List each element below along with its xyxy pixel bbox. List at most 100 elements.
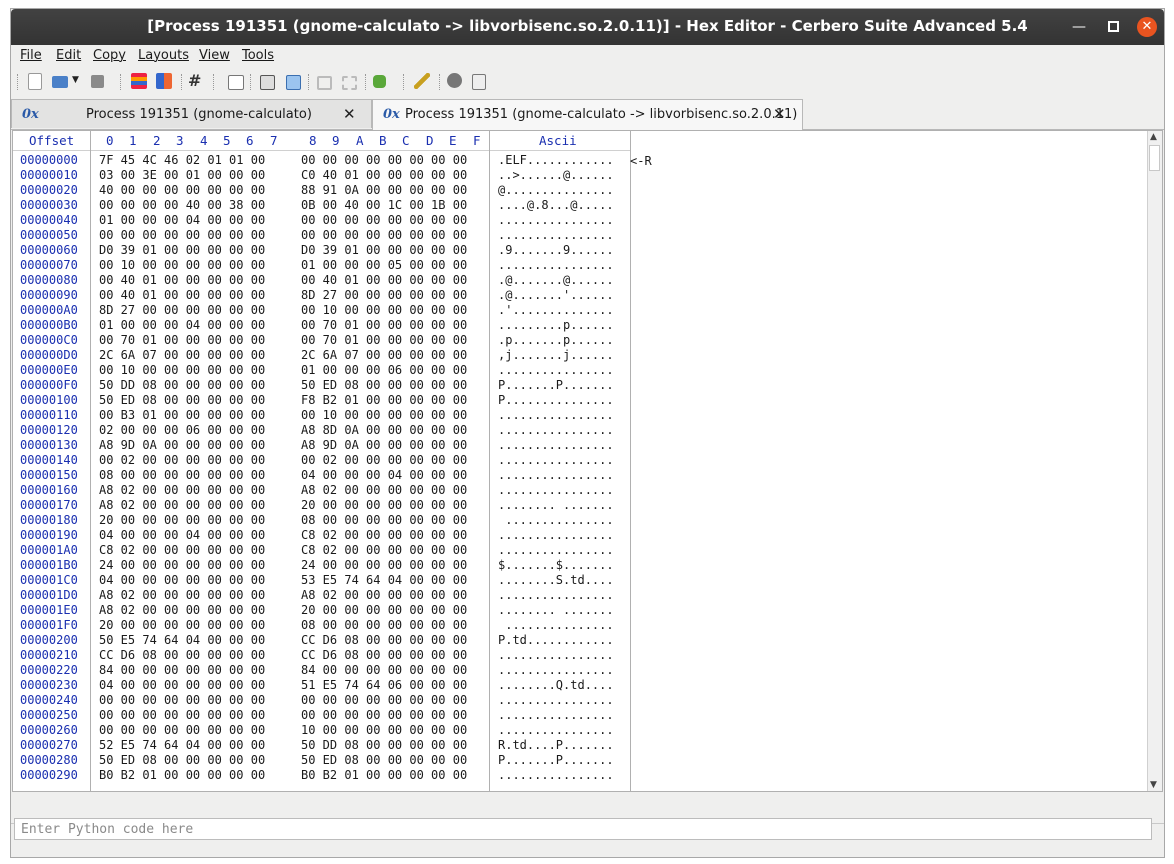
row-offset[interactable]: 000001F0	[20, 618, 78, 632]
tab-process[interactable]: 0x Process 191351 (gnome-calculato) ✕	[11, 99, 372, 128]
row-ascii[interactable]: ................	[498, 648, 614, 662]
hex-row[interactable]: 000000E0 00 10 00 00 00 00 00 00 01 00 00 …	[13, 363, 630, 378]
row-hex-low[interactable]: 00 00 00 00 00 00 00 00	[99, 693, 265, 707]
row-offset[interactable]: 00000140	[20, 453, 78, 467]
row-hex-low[interactable]: 7F 45 4C 46 02 01 01 00	[99, 153, 265, 167]
row-ascii[interactable]: ................	[498, 723, 614, 737]
row-ascii[interactable]: ................	[498, 258, 614, 272]
row-offset[interactable]: 00000240	[20, 693, 78, 707]
row-offset[interactable]: 00000250	[20, 708, 78, 722]
row-hex-low[interactable]: CC D6 08 00 00 00 00 00	[99, 648, 265, 662]
row-ascii[interactable]: ..>......@......	[498, 168, 614, 182]
row-hex-low[interactable]: 2C 6A 07 00 00 00 00 00	[99, 348, 265, 362]
row-hex-low[interactable]: 24 00 00 00 00 00 00 00	[99, 558, 265, 572]
hex-row[interactable]: 00000290 B0 B2 01 00 00 00 00 00 B0 B2 01 …	[13, 768, 630, 783]
row-offset[interactable]: 00000290	[20, 768, 78, 782]
save-image-icon[interactable]	[286, 75, 301, 90]
row-hex-low[interactable]: A8 02 00 00 00 00 00 00	[99, 498, 265, 512]
row-ascii[interactable]: ................	[498, 468, 614, 482]
row-offset[interactable]: 00000080	[20, 273, 78, 287]
row-hex-high[interactable]: 2C 6A 07 00 00 00 00 00	[301, 348, 467, 362]
maximize-button[interactable]	[1103, 17, 1123, 37]
row-ascii[interactable]: .'..............	[498, 303, 614, 317]
row-ascii[interactable]: .........p......	[498, 318, 614, 332]
hex-row[interactable]: 00000030 00 00 00 00 40 00 38 00 0B 00 40 …	[13, 198, 630, 213]
row-ascii[interactable]: ................	[498, 693, 614, 707]
row-hex-low[interactable]: 00 00 00 00 00 00 00 00	[99, 723, 265, 737]
row-offset[interactable]: 00000020	[20, 183, 78, 197]
row-hex-high[interactable]: 04 00 00 00 04 00 00 00	[301, 468, 467, 482]
window-icon[interactable]	[228, 75, 244, 90]
row-hex-low[interactable]: 40 00 00 00 00 00 00 00	[99, 183, 265, 197]
row-offset[interactable]: 00000000	[20, 153, 78, 167]
row-offset[interactable]: 00000220	[20, 663, 78, 677]
row-ascii[interactable]: ........ .......	[498, 498, 614, 512]
hex-row[interactable]: 00000090 00 40 01 00 00 00 00 00 8D 27 00 …	[13, 288, 630, 303]
row-hex-low[interactable]: A8 02 00 00 00 00 00 00	[99, 603, 265, 617]
row-offset[interactable]: 00000030	[20, 198, 78, 212]
hex-row[interactable]: 00000050 00 00 00 00 00 00 00 00 00 00 00 …	[13, 228, 630, 243]
row-hex-high[interactable]: 00 00 00 00 00 00 00 00	[301, 213, 467, 227]
row-hex-high[interactable]: 84 00 00 00 00 00 00 00	[301, 663, 467, 677]
menu-tools[interactable]: Tools	[242, 48, 274, 63]
row-ascii[interactable]: ...............	[498, 513, 613, 527]
row-hex-high[interactable]: A8 9D 0A 00 00 00 00 00	[301, 438, 467, 452]
save-icon[interactable]	[91, 75, 104, 88]
row-hex-low[interactable]: 84 00 00 00 00 00 00 00	[99, 663, 265, 677]
hex-row[interactable]: 00000060 D0 39 01 00 00 00 00 00 D0 39 01 …	[13, 243, 630, 258]
row-hex-high[interactable]: 00 00 00 00 00 00 00 00	[301, 153, 467, 167]
hex-row[interactable]: 00000240 00 00 00 00 00 00 00 00 00 00 00 …	[13, 693, 630, 708]
row-ascii[interactable]: ................	[498, 213, 614, 227]
gear-icon[interactable]	[447, 73, 462, 88]
row-offset[interactable]: 00000280	[20, 753, 78, 767]
row-ascii[interactable]: ,j.......j......	[498, 348, 614, 362]
row-hex-low[interactable]: 01 00 00 00 04 00 00 00	[99, 213, 265, 227]
close-icon[interactable]: ✕	[343, 105, 356, 123]
row-hex-low[interactable]: 04 00 00 00 04 00 00 00	[99, 528, 265, 542]
row-hex-high[interactable]: 00 40 01 00 00 00 00 00	[301, 273, 467, 287]
row-offset[interactable]: 00000190	[20, 528, 78, 542]
row-hex-high[interactable]: 00 02 00 00 00 00 00 00	[301, 453, 467, 467]
row-hex-high[interactable]: 20 00 00 00 00 00 00 00	[301, 603, 467, 617]
hex-row[interactable]: 000001C0 04 00 00 00 00 00 00 00 53 E5 74 …	[13, 573, 630, 588]
row-ascii[interactable]: ................	[498, 708, 614, 722]
row-hex-high[interactable]: 01 00 00 00 05 00 00 00	[301, 258, 467, 272]
row-ascii[interactable]: ................	[498, 363, 614, 377]
frame-alt-icon[interactable]	[342, 76, 357, 90]
close-window-button[interactable]: ✕	[1137, 17, 1157, 37]
hex-row[interactable]: 00000000 7F 45 4C 46 02 01 01 00 00 00 00 …	[13, 153, 630, 168]
row-ascii[interactable]: ................	[498, 483, 614, 497]
row-ascii[interactable]: ................	[498, 528, 614, 542]
row-hex-high[interactable]: 0B 00 40 00 1C 00 1B 00	[301, 198, 467, 212]
row-hex-low[interactable]: 8D 27 00 00 00 00 00 00	[99, 303, 265, 317]
menu-view[interactable]: View	[199, 48, 230, 63]
new-file-icon[interactable]	[28, 73, 42, 90]
row-offset[interactable]: 00000100	[20, 393, 78, 407]
hex-row[interactable]: 00000270 52 E5 74 64 04 00 00 00 50 DD 08 …	[13, 738, 630, 753]
row-hex-high[interactable]: 08 00 00 00 00 00 00 00	[301, 513, 467, 527]
row-offset[interactable]: 00000130	[20, 438, 78, 452]
row-hex-high[interactable]: 01 00 00 00 06 00 00 00	[301, 363, 467, 377]
row-hex-low[interactable]: C8 02 00 00 00 00 00 00	[99, 543, 265, 557]
row-hex-low[interactable]: A8 02 00 00 00 00 00 00	[99, 483, 265, 497]
row-hex-high[interactable]: C8 02 00 00 00 00 00 00	[301, 543, 467, 557]
row-hex-high[interactable]: 24 00 00 00 00 00 00 00	[301, 558, 467, 572]
row-hex-low[interactable]: 04 00 00 00 00 00 00 00	[99, 678, 265, 692]
row-offset[interactable]: 000000E0	[20, 363, 78, 377]
row-hex-low[interactable]: 20 00 00 00 00 00 00 00	[99, 618, 265, 632]
row-hex-low[interactable]: 00 10 00 00 00 00 00 00	[99, 258, 265, 272]
frame-icon[interactable]	[317, 76, 332, 90]
row-ascii[interactable]: P.......P.......	[498, 378, 614, 392]
minimize-button[interactable]: —	[1069, 17, 1089, 37]
row-ascii[interactable]: ....@.8...@.....	[498, 198, 614, 212]
row-hex-low[interactable]: 00 10 00 00 00 00 00 00	[99, 363, 265, 377]
row-hex-low[interactable]: 20 00 00 00 00 00 00 00	[99, 513, 265, 527]
title-bar[interactable]: [Process 191351 (gnome-calculato -> libv…	[11, 9, 1164, 45]
row-offset[interactable]: 000000D0	[20, 348, 78, 362]
row-hex-high[interactable]: C0 40 01 00 00 00 00 00	[301, 168, 467, 182]
hex-view[interactable]: Offset 0 1 2 3 4 5 6 7 8 9 A B C D E F A…	[12, 130, 1163, 792]
row-offset[interactable]: 00000200	[20, 633, 78, 647]
row-hex-high[interactable]: 88 91 0A 00 00 00 00 00	[301, 183, 467, 197]
row-hex-high[interactable]: 00 10 00 00 00 00 00 00	[301, 408, 467, 422]
scroll-up-icon[interactable]: ▲	[1150, 132, 1157, 142]
